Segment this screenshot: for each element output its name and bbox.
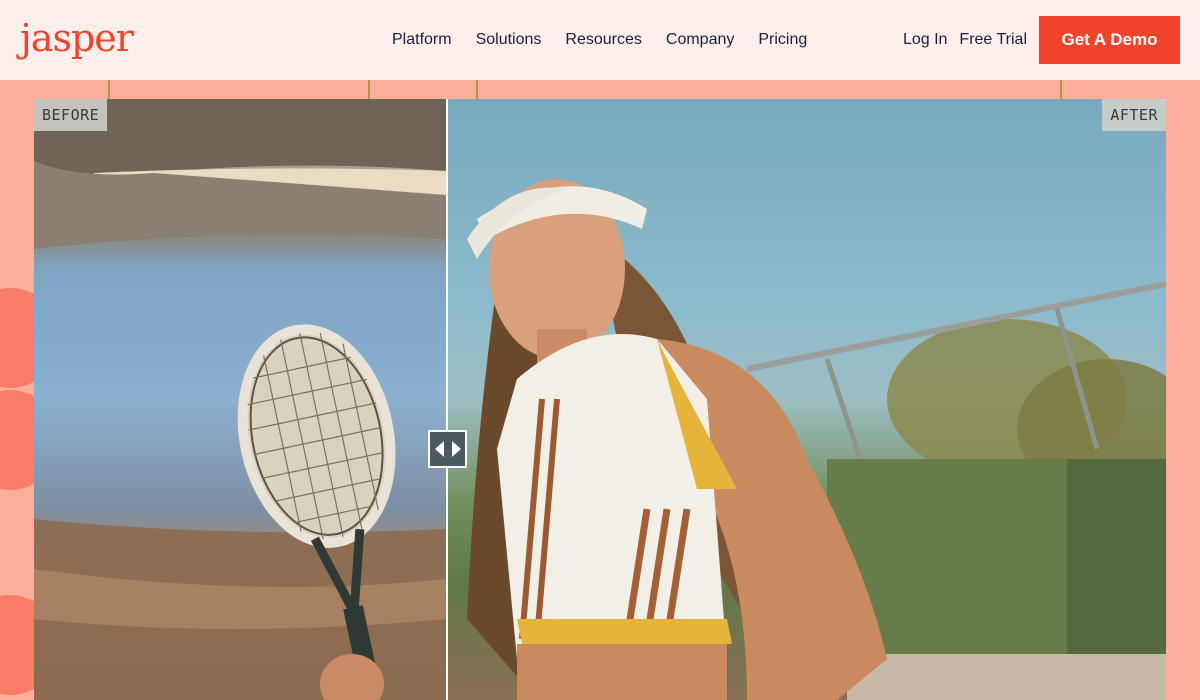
after-photo-illustration xyxy=(467,179,1166,700)
comparison-divider[interactable] xyxy=(446,99,448,700)
main-nav: Platform Solutions Resources Company Pri… xyxy=(380,0,819,80)
site-header: jasper Platform Solutions Resources Comp… xyxy=(0,0,1200,80)
nav-pricing[interactable]: Pricing xyxy=(746,31,819,49)
nav-solutions[interactable]: Solutions xyxy=(464,31,554,49)
after-image: AFTER xyxy=(447,99,1166,700)
header-actions: Log In Free Trial Get A Demo xyxy=(903,0,1180,80)
decor-line xyxy=(1060,80,1062,100)
login-link[interactable]: Log In xyxy=(903,31,947,49)
nav-resources[interactable]: Resources xyxy=(553,31,653,49)
left-right-arrows-icon xyxy=(434,441,461,457)
comparison-slider-handle[interactable] xyxy=(428,430,467,468)
decor-line xyxy=(368,80,370,100)
before-photo-illustration xyxy=(34,99,446,700)
after-label: AFTER xyxy=(1102,99,1166,131)
decor-line xyxy=(476,80,478,100)
before-after-comparison[interactable]: BEFORE AFTER xyxy=(34,99,1166,700)
nav-company[interactable]: Company xyxy=(654,31,746,49)
jasper-logo[interactable]: jasper xyxy=(20,12,134,64)
free-trial-link[interactable]: Free Trial xyxy=(959,31,1027,49)
before-image: BEFORE xyxy=(34,99,446,700)
decor-line xyxy=(108,80,110,100)
before-label: BEFORE xyxy=(34,99,108,131)
get-a-demo-button[interactable]: Get A Demo xyxy=(1039,16,1180,64)
nav-platform[interactable]: Platform xyxy=(380,31,464,49)
